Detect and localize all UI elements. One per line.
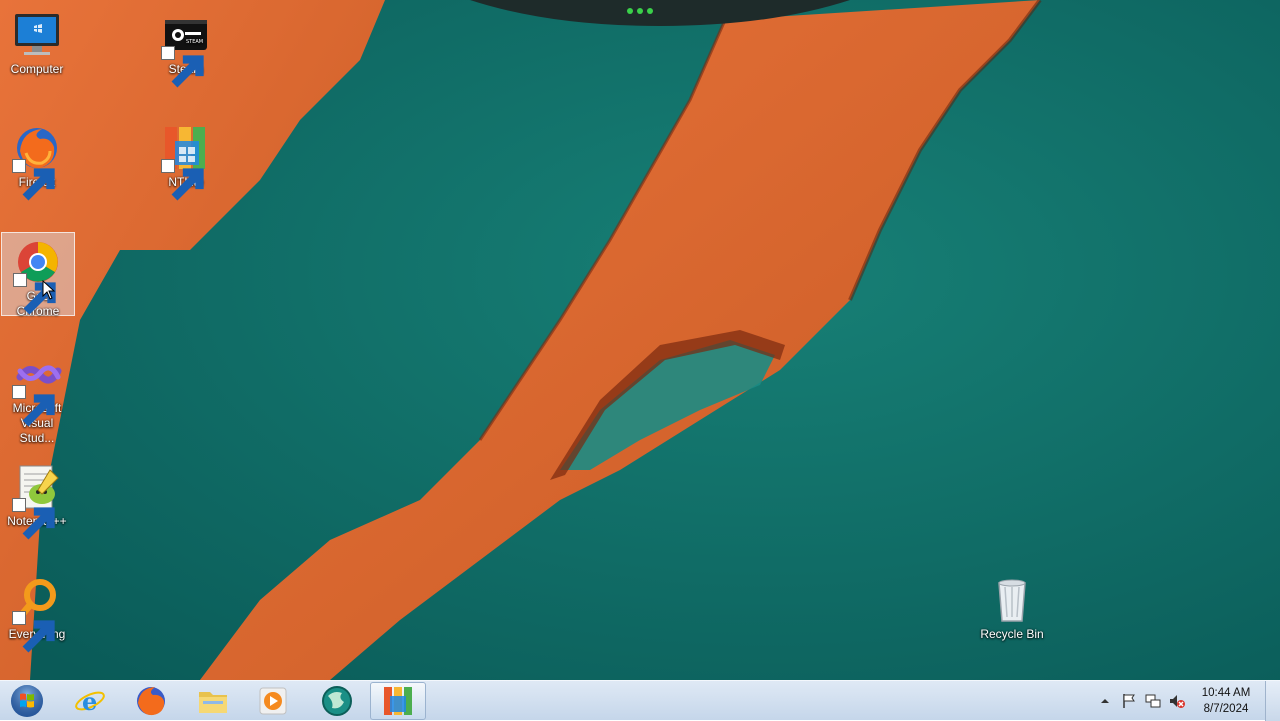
wallpaper [0,0,1280,680]
taskbar-file-explorer[interactable] [185,682,241,720]
firefox-icon [137,687,165,716]
mouse-cursor [42,280,56,300]
desktop[interactable]: Computer STEAM Steam Firefox NTLite Goo … [0,0,1280,680]
taskbar-firefox[interactable] [123,682,179,720]
action-center-flag-icon[interactable] [1120,692,1138,710]
recycle-bin-icon [998,579,1026,622]
clock[interactable]: 10:44 AM 8/7/2024 [1198,685,1254,717]
svg-text:e: e [82,687,97,716]
desktop-icon-steam[interactable]: STEAM Steam [150,6,222,88]
shortcut-arrow-icon [161,159,204,201]
shortcut-arrow-icon [12,611,55,653]
clock-date: 8/7/2024 [1203,703,1249,715]
desktop-icon-ntlite[interactable]: NTLite [150,119,222,201]
desktop-icon-firefox[interactable]: Firefox [1,119,73,201]
shortcut-arrow-icon [161,46,204,88]
desktop-icon-computer[interactable]: Computer [1,6,73,77]
desktop-icon-label: Recycle Bin [980,627,1044,641]
folder-icon [199,692,227,713]
start-button[interactable] [4,682,50,720]
desktop-icon-google-chrome[interactable]: Goo Chrome [1,232,75,318]
system-tray: 10:44 AM 8/7/2024 [1090,681,1280,721]
desktop-icon-notepad-plus-plus[interactable]: Notepad++ [1,458,73,540]
clock-time: 10:44 AM [1201,687,1251,699]
show-desktop-button[interactable] [1265,681,1280,721]
computer-icon [15,14,59,55]
globe-app-icon [322,686,352,716]
taskbar-ntlite[interactable] [370,682,426,720]
shortcut-arrow-icon [12,498,55,540]
show-hidden-icons-arrow[interactable] [1096,692,1114,710]
media-player-icon [259,687,287,715]
desktop-icon-recycle-bin[interactable]: Recycle Bin [976,571,1048,642]
svg-text:STEAM: STEAM [186,39,203,45]
desktop-icon-visual-studio[interactable]: Microsoft Visual Stud... [1,345,73,446]
shortcut-arrow-icon [13,273,56,315]
ntlite-icon [384,687,412,715]
desktop-icon-everything[interactable]: Everything [1,571,73,653]
internet-explorer-icon: e [75,687,105,716]
shortcut-arrow-icon [12,385,55,427]
taskbar: e 10:44 AM 8/7/2024 [0,680,1280,721]
network-icon[interactable] [1144,692,1162,710]
gadget-bar [470,0,850,26]
shortcut-arrow-icon [12,159,55,201]
taskbar-globe-app[interactable] [309,682,365,720]
volume-muted-icon[interactable] [1168,692,1186,710]
desktop-icon-label: Computer [10,62,64,76]
taskbar-media-player[interactable] [245,682,301,720]
taskbar-internet-explorer[interactable]: e [62,682,118,720]
windows-start-orb-icon [11,685,43,717]
